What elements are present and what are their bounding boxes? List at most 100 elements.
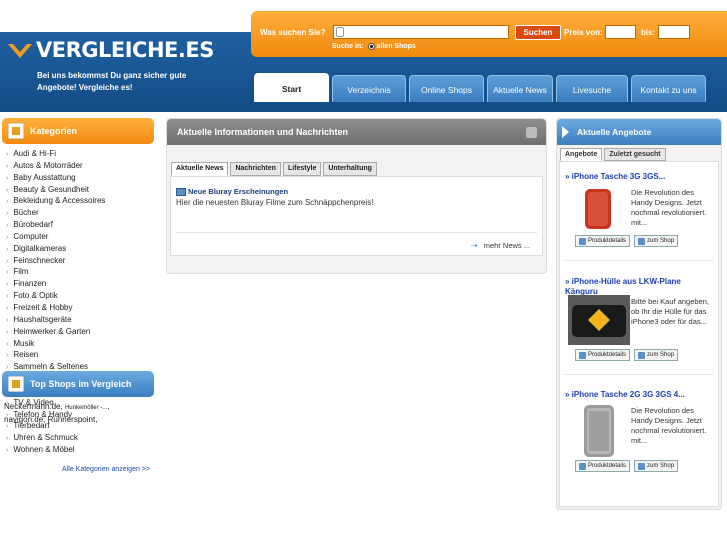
news-panel: Aktuelle Informationen und Nachrichten A… xyxy=(166,118,547,274)
category-item[interactable]: › Digitalkameras xyxy=(0,243,156,255)
category-item[interactable]: › Freizeit & Hobby xyxy=(0,302,156,314)
news-panel-header: Aktuelle Informationen und Nachrichten xyxy=(167,119,546,145)
offer-title[interactable]: » iPhone-Hülle aus LKW-Plane Känguru xyxy=(565,277,715,297)
search-in-label: Suche in: xyxy=(332,43,364,50)
divider xyxy=(565,374,713,375)
chevron-right-icon: › xyxy=(6,245,9,253)
category-item[interactable]: › Reisen xyxy=(0,349,156,361)
subtab-nachrichten[interactable]: Nachrichten xyxy=(230,162,281,176)
chevron-right-icon: › xyxy=(6,186,9,194)
news-subtabs: Aktuelle News Nachrichten Lifestyle Unte… xyxy=(171,162,379,176)
offer-buttons: Produktdetails zum Shop xyxy=(575,349,682,361)
shop-link[interactable]: Hunkemöller -... xyxy=(65,405,107,411)
offers-panel: Aktuelle Angebote Angebote Zuletzt gesuc… xyxy=(556,118,722,510)
category-item[interactable]: › Computer xyxy=(0,231,156,243)
black-phone-case-image[interactable] xyxy=(568,295,630,345)
all-shops-radio[interactable] xyxy=(367,43,375,50)
to-shop-button[interactable]: zum Shop xyxy=(634,460,679,472)
offer-item: » iPhone-Hülle aus LKW-Plane Känguru Bit… xyxy=(560,271,718,389)
offer-title[interactable]: » iPhone Tasche 2G 3G 3GS 4... xyxy=(565,390,715,400)
chevron-right-icon: › xyxy=(6,233,9,241)
tab-zuletzt-gesucht[interactable]: Zuletzt gesucht xyxy=(604,148,666,161)
chevron-right-icon: › xyxy=(6,447,9,455)
category-item[interactable]: › Feinschnecker xyxy=(0,255,156,267)
top-shops-box: Top Shops im Vergleich Neckermann.de, Hu… xyxy=(0,371,156,426)
category-item[interactable]: › Baby Ausstattung xyxy=(0,172,156,184)
offers-header: Aktuelle Angebote xyxy=(557,119,721,145)
shop-link[interactable]: Neckermann.de xyxy=(4,402,60,411)
logo[interactable]: VERGLEICHE.ES xyxy=(8,38,214,62)
tab-aktuelle-news[interactable]: Aktuelle News xyxy=(487,75,553,102)
tab-angebote[interactable]: Angebote xyxy=(560,148,603,161)
category-item[interactable]: › Bekleidung & Accessoires xyxy=(0,195,156,207)
chevron-right-icon: › xyxy=(6,210,9,218)
rss-icon[interactable] xyxy=(526,127,537,138)
chevron-right-icon: › xyxy=(6,328,9,336)
offer-item: » iPhone Tasche 3G 3GS... Die Revolution… xyxy=(560,166,718,284)
product-details-button[interactable]: Produktdetails xyxy=(575,460,631,472)
red-phone-case-image[interactable] xyxy=(584,188,612,230)
cart-icon xyxy=(638,462,646,470)
category-item[interactable]: › Uhren & Schmuck xyxy=(0,432,156,444)
shop-icon xyxy=(8,376,24,392)
category-item[interactable]: › Film xyxy=(0,266,156,278)
arrow-right-icon: ⇢ xyxy=(471,241,478,250)
offers-tabs: Angebote Zuletzt gesucht xyxy=(560,148,668,161)
offer-item: » iPhone Tasche 2G 3G 3GS 4... Die Revol… xyxy=(560,384,718,502)
to-shop-button[interactable]: zum Shop xyxy=(634,235,679,247)
shop-link[interactable]: navigon.de xyxy=(4,415,43,424)
search-input[interactable] xyxy=(333,25,509,39)
header: VERGLEICHE.ES Bei uns bekommst Du ganz s… xyxy=(0,0,727,112)
search-button[interactable]: Suchen xyxy=(515,25,561,40)
main-nav: Start Verzeichnis Online Shops Aktuelle … xyxy=(254,73,709,102)
offer-title[interactable]: » iPhone Tasche 3G 3GS... xyxy=(565,172,715,182)
subtab-lifestyle[interactable]: Lifestyle xyxy=(282,162,322,176)
all-categories-link[interactable]: Alle Kategorien anzeigen >> xyxy=(0,466,156,473)
chevron-right-icon: › xyxy=(6,316,9,324)
offer-buttons: Produktdetails zum Shop xyxy=(575,235,682,247)
category-item[interactable]: › Foto & Optik xyxy=(0,290,156,302)
divider xyxy=(176,232,537,233)
subtab-aktuelle-news[interactable]: Aktuelle News xyxy=(171,162,229,176)
tab-verzeichnis[interactable]: Verzeichnis xyxy=(332,75,406,102)
all-shops-label: allen Shops xyxy=(376,43,416,50)
category-item[interactable]: › Autos & Motorräder xyxy=(0,160,156,172)
to-shop-button[interactable]: zum Shop xyxy=(634,349,679,361)
price-to-input[interactable] xyxy=(658,25,690,39)
news-item-title[interactable]: Neue Bluray Erscheinungen xyxy=(176,187,288,196)
top-shops-header: Top Shops im Vergleich xyxy=(2,371,154,397)
more-news-link[interactable]: ⇢ mehr News ... xyxy=(471,241,530,250)
category-item[interactable]: › Heimwerker & Garten xyxy=(0,326,156,338)
category-item[interactable]: › Bürobedarf xyxy=(0,219,156,231)
chevron-right-icon: › xyxy=(6,162,9,170)
logo-text: VERGLEICHE.ES xyxy=(36,38,214,62)
category-item[interactable]: › Musik xyxy=(0,338,156,350)
shop-link[interactable]: Runnerspoint xyxy=(48,415,96,424)
slogan: Bei uns bekommst Du ganz sicher gute Ang… xyxy=(37,71,187,92)
search-field-icon xyxy=(336,27,344,37)
category-item[interactable]: › Beauty & Gesundheit xyxy=(0,184,156,196)
search-scope: Suche in: allen Shops xyxy=(332,43,416,50)
category-item[interactable]: › Finanzen xyxy=(0,278,156,290)
silver-phone-case-image[interactable] xyxy=(582,404,616,458)
category-item[interactable]: › Audi & Hi-Fi xyxy=(0,148,156,160)
price-from-input[interactable] xyxy=(605,25,636,39)
tab-livesuche[interactable]: Livesuche xyxy=(556,75,628,102)
offers-title: Aktuelle Angebote xyxy=(577,127,652,137)
product-details-button[interactable]: Produktdetails xyxy=(575,235,631,247)
offer-description: Die Revolution des Handy Designs. Jetzt … xyxy=(631,406,707,445)
chevron-right-icon: › xyxy=(6,269,9,277)
cart-icon xyxy=(638,237,646,245)
category-item[interactable]: › Bücher xyxy=(0,207,156,219)
chevron-right-icon: › xyxy=(6,257,9,265)
tab-online-shops[interactable]: Online Shops xyxy=(409,75,484,102)
category-item[interactable]: › Wohnen & Möbel xyxy=(0,444,156,456)
subtab-unterhaltung[interactable]: Unterhaltung xyxy=(323,162,377,176)
tab-kontakt[interactable]: Kontakt zu uns xyxy=(631,75,706,102)
tab-start[interactable]: Start xyxy=(254,73,329,102)
chevron-right-icon: › xyxy=(6,174,9,182)
product-details-button[interactable]: Produktdetails xyxy=(575,349,631,361)
news-content: Neue Bluray Erscheinungen Hier die neues… xyxy=(170,176,543,256)
top-shops-title: Top Shops im Vergleich xyxy=(30,379,132,389)
category-item[interactable]: › Haushaltsgeräte xyxy=(0,314,156,326)
